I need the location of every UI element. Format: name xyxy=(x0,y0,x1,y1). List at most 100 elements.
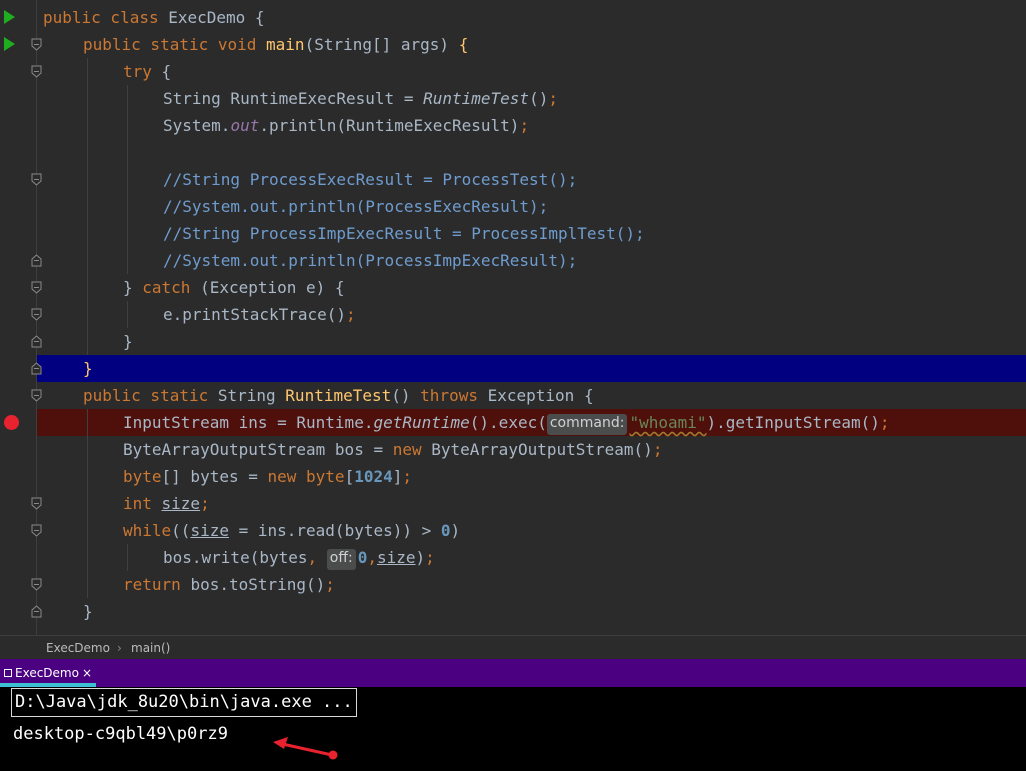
code-token: getRuntime xyxy=(373,413,470,432)
code-line[interactable]: } xyxy=(0,598,1026,625)
code-token: while xyxy=(123,521,172,540)
code-line[interactable]: byte[] bytes = new byte[1024]; xyxy=(0,463,1026,490)
fold-marker-icon[interactable] xyxy=(31,308,42,321)
code-text: public static String RuntimeTest() throw… xyxy=(83,382,594,409)
fold-marker-icon[interactable] xyxy=(31,173,42,186)
code-line[interactable]: try { xyxy=(0,58,1026,85)
code-text: ByteArrayOutputStream bos = new ByteArra… xyxy=(123,436,662,463)
code-text: bos.write(bytes, off: 0,size); xyxy=(163,544,435,571)
breadcrumb-method[interactable]: main() xyxy=(131,641,170,655)
code-line[interactable]: System.out.println(RuntimeExecResult); xyxy=(0,112,1026,139)
code-token: ExecDemo { xyxy=(168,8,265,27)
code-line[interactable]: } catch (Exception e) { xyxy=(0,274,1026,301)
indent-guide xyxy=(127,166,128,193)
code-token: (Exception e) { xyxy=(200,278,345,297)
code-token: ; xyxy=(402,467,413,486)
code-editor[interactable]: public class ExecDemo {public static voi… xyxy=(0,0,1026,635)
code-text: //String ProcessExecResult = ProcessTest… xyxy=(163,166,577,193)
code-text: byte[] bytes = new byte[1024]; xyxy=(123,463,412,490)
code-line[interactable]: public static void main(String[] args) { xyxy=(0,31,1026,58)
code-text: e.printStackTrace(); xyxy=(163,301,356,328)
run-icon[interactable] xyxy=(4,10,15,24)
breadcrumb-class[interactable]: ExecDemo xyxy=(46,641,110,655)
run-tab-label: ExecDemo xyxy=(15,666,79,680)
code-token: size xyxy=(190,521,229,540)
code-token: } xyxy=(123,332,133,351)
close-icon[interactable]: × xyxy=(82,666,92,680)
code-token: () xyxy=(529,89,549,108)
code-token: Exception { xyxy=(487,386,594,405)
code-line[interactable]: bos.write(bytes, off: 0,size); xyxy=(0,544,1026,571)
indent-guide xyxy=(127,301,128,328)
fold-marker-icon[interactable] xyxy=(31,281,42,294)
code-line[interactable]: InputStream ins = Runtime.getRuntime().e… xyxy=(0,409,1026,436)
breadcrumb-separator: › xyxy=(117,641,122,655)
run-tab-execdemo[interactable]: ExecDemo × xyxy=(0,664,96,687)
run-icon[interactable] xyxy=(4,37,15,51)
code-line[interactable]: //String ProcessImpExecResult = ProcessI… xyxy=(0,220,1026,247)
code-token: new byte xyxy=(267,467,345,486)
fold-marker-icon[interactable] xyxy=(31,362,42,375)
code-text: InputStream ins = Runtime.getRuntime().e… xyxy=(123,409,890,436)
code-token: e.printStackTrace() xyxy=(163,305,347,324)
code-line[interactable] xyxy=(0,139,1026,166)
code-token: public class xyxy=(43,8,169,27)
code-token: try xyxy=(123,62,162,81)
console-output-line: desktop-c9qbl49\p0rz9 xyxy=(13,724,228,744)
fold-marker-icon[interactable] xyxy=(31,578,42,591)
fold-marker-icon[interactable] xyxy=(31,605,42,618)
indent-guide xyxy=(127,220,128,247)
code-line[interactable]: return bos.toString(); xyxy=(0,571,1026,598)
code-line[interactable]: } xyxy=(0,328,1026,355)
indent-guide xyxy=(127,85,128,112)
red-annotation-arrow xyxy=(273,737,338,760)
indent-guide xyxy=(127,247,128,274)
fold-marker-icon[interactable] xyxy=(31,65,42,78)
parameter-hint: command: xyxy=(546,414,628,435)
code-line[interactable]: ByteArrayOutputStream bos = new ByteArra… xyxy=(0,436,1026,463)
run-tool-window-tabs: ExecDemo × xyxy=(0,659,1026,687)
fold-marker-icon[interactable] xyxy=(31,38,42,51)
indent-guide xyxy=(87,166,88,193)
breakpoint-icon[interactable] xyxy=(4,415,19,430)
code-line[interactable]: String RuntimeExecResult = RuntimeTest()… xyxy=(0,85,1026,112)
indent-guide xyxy=(87,274,88,301)
code-line[interactable]: //System.out.println(ProcessExecResult); xyxy=(0,193,1026,220)
fold-marker-icon[interactable] xyxy=(31,254,42,267)
code-line[interactable]: public class ExecDemo { xyxy=(0,4,1026,31)
code-token: RuntimeTest xyxy=(285,386,392,405)
indent-guide xyxy=(87,301,88,328)
code-text: System.out.println(RuntimeExecResult); xyxy=(163,112,529,139)
fold-marker-icon[interactable] xyxy=(31,497,42,510)
code-line[interactable]: } xyxy=(0,355,1026,382)
run-console[interactable]: D:\Java\jdk_8u20\bin\java.exe ... deskto… xyxy=(0,687,1026,771)
code-token: ; xyxy=(652,440,663,459)
code-text: try { xyxy=(123,58,171,85)
code-token: ; xyxy=(325,575,335,594)
indent-guide xyxy=(127,139,128,166)
indent-guide xyxy=(127,112,128,139)
code-line[interactable]: //System.out.println(ProcessImpExecResul… xyxy=(0,247,1026,274)
indent-guide xyxy=(87,436,88,463)
fold-marker-icon[interactable] xyxy=(31,524,42,537)
fold-marker-icon[interactable] xyxy=(31,389,42,402)
code-line[interactable]: e.printStackTrace(); xyxy=(0,301,1026,328)
code-lines[interactable]: public class ExecDemo {public static voi… xyxy=(0,4,1026,625)
code-line[interactable]: //String ProcessExecResult = ProcessTest… xyxy=(0,166,1026,193)
code-text: } xyxy=(83,598,93,625)
code-token: } xyxy=(123,278,143,297)
code-line[interactable]: while((size = ins.read(bytes)) > 0) xyxy=(0,517,1026,544)
fold-marker-icon[interactable] xyxy=(31,335,42,348)
code-token: return xyxy=(123,575,191,594)
console-command-line[interactable]: D:\Java\jdk_8u20\bin\java.exe ... xyxy=(11,688,357,717)
code-token: int xyxy=(123,494,162,513)
code-line[interactable]: public static String RuntimeTest() throw… xyxy=(0,382,1026,409)
code-token: bos.write(bytes xyxy=(163,548,308,567)
code-token: byte xyxy=(123,467,162,486)
code-line[interactable]: int size; xyxy=(0,490,1026,517)
code-token: = ins.read(bytes)) > xyxy=(228,521,441,540)
indent-guide xyxy=(87,409,88,436)
code-token: 1024 xyxy=(354,467,393,486)
code-token: (String[] args) xyxy=(304,35,459,54)
indent-guide xyxy=(87,517,88,544)
